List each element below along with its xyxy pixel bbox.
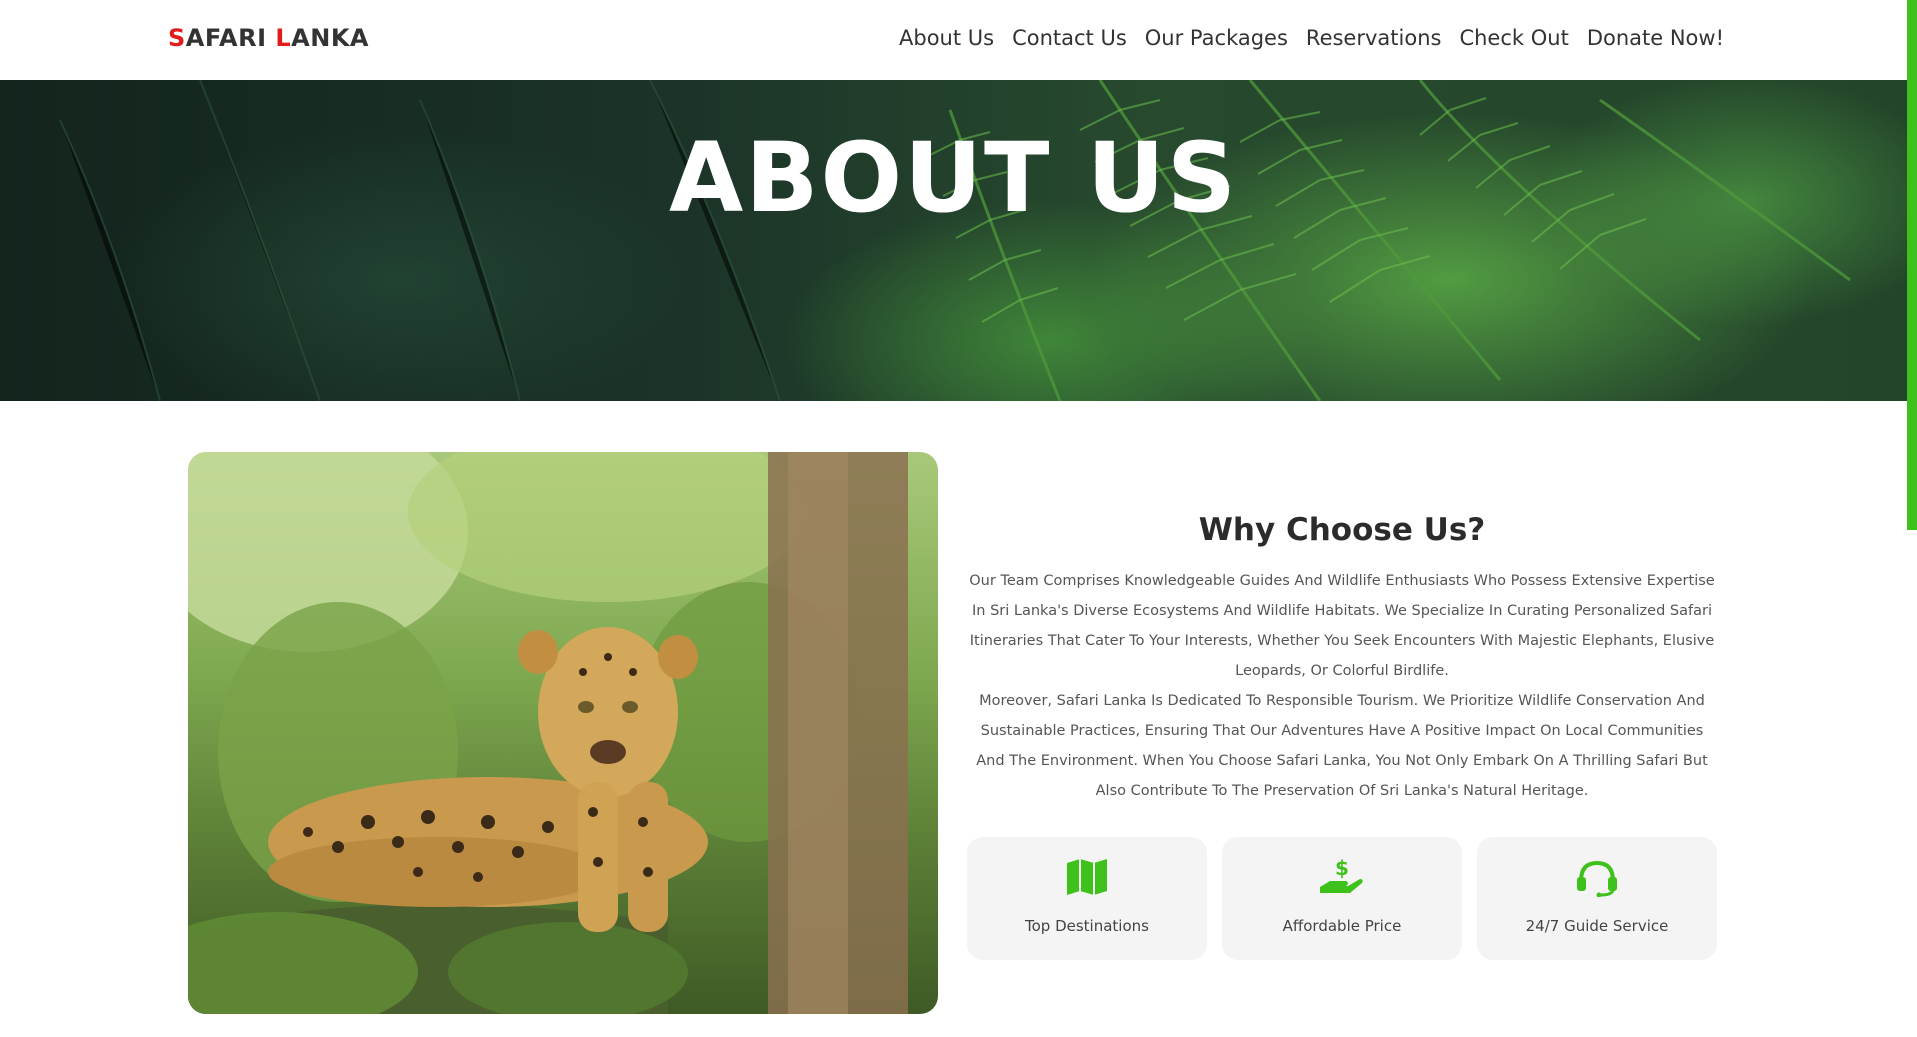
- leopard-photo: [188, 452, 938, 1014]
- logo-text-anka: ANKA: [291, 24, 369, 52]
- scrollbar-thumb[interactable]: [1907, 0, 1917, 530]
- money-hand-icon: $: [1320, 857, 1363, 893]
- nav-contact-us[interactable]: Contact Us: [1012, 26, 1127, 50]
- main-nav: About Us Contact Us Our Packages Reserva…: [881, 26, 1724, 50]
- map-icon: [1067, 859, 1107, 895]
- feature-label: 24/7 Guide Service: [1525, 917, 1669, 935]
- headset-icon: [1577, 860, 1617, 897]
- feature-label: Top Destinations: [1025, 917, 1149, 935]
- why-choose-us-text: Our Team Comprises Knowledgeable Guides …: [967, 566, 1717, 806]
- hero-banner: ABOUT US: [0, 80, 1907, 401]
- logo-letter-s: S: [168, 24, 186, 52]
- nav-reservations[interactable]: Reservations: [1306, 26, 1442, 50]
- feature-cards: Top Destinations $ Affordable Price 24/7…: [967, 837, 1717, 960]
- nav-donate-now[interactable]: Donate Now!: [1587, 26, 1724, 50]
- paragraph-1: Our Team Comprises Knowledgeable Guides …: [969, 573, 1715, 679]
- feature-card-top-destinations: Top Destinations: [967, 837, 1207, 960]
- feature-card-guide-service: 24/7 Guide Service: [1477, 837, 1717, 960]
- why-choose-us-heading: Why Choose Us?: [1198, 512, 1486, 548]
- feature-card-affordable-price: $ Affordable Price: [1222, 837, 1462, 960]
- page-title: ABOUT US: [668, 122, 1239, 234]
- nav-about-us[interactable]: About Us: [899, 26, 994, 50]
- logo-text-afari: AFARI: [185, 24, 276, 52]
- logo-letter-l: L: [275, 24, 292, 52]
- nav-our-packages[interactable]: Our Packages: [1145, 26, 1288, 50]
- paragraph-2: Moreover, Safari Lanka Is Dedicated To R…: [976, 693, 1708, 799]
- feature-label: Affordable Price: [1282, 917, 1402, 935]
- svg-text:$: $: [1335, 857, 1349, 880]
- scrollbar-track[interactable]: [1907, 0, 1917, 1037]
- nav-check-out[interactable]: Check Out: [1459, 26, 1568, 50]
- site-logo[interactable]: SAFARI LANKA: [168, 24, 369, 52]
- navbar: SAFARI LANKA About Us Contact Us Our Pac…: [0, 0, 1907, 80]
